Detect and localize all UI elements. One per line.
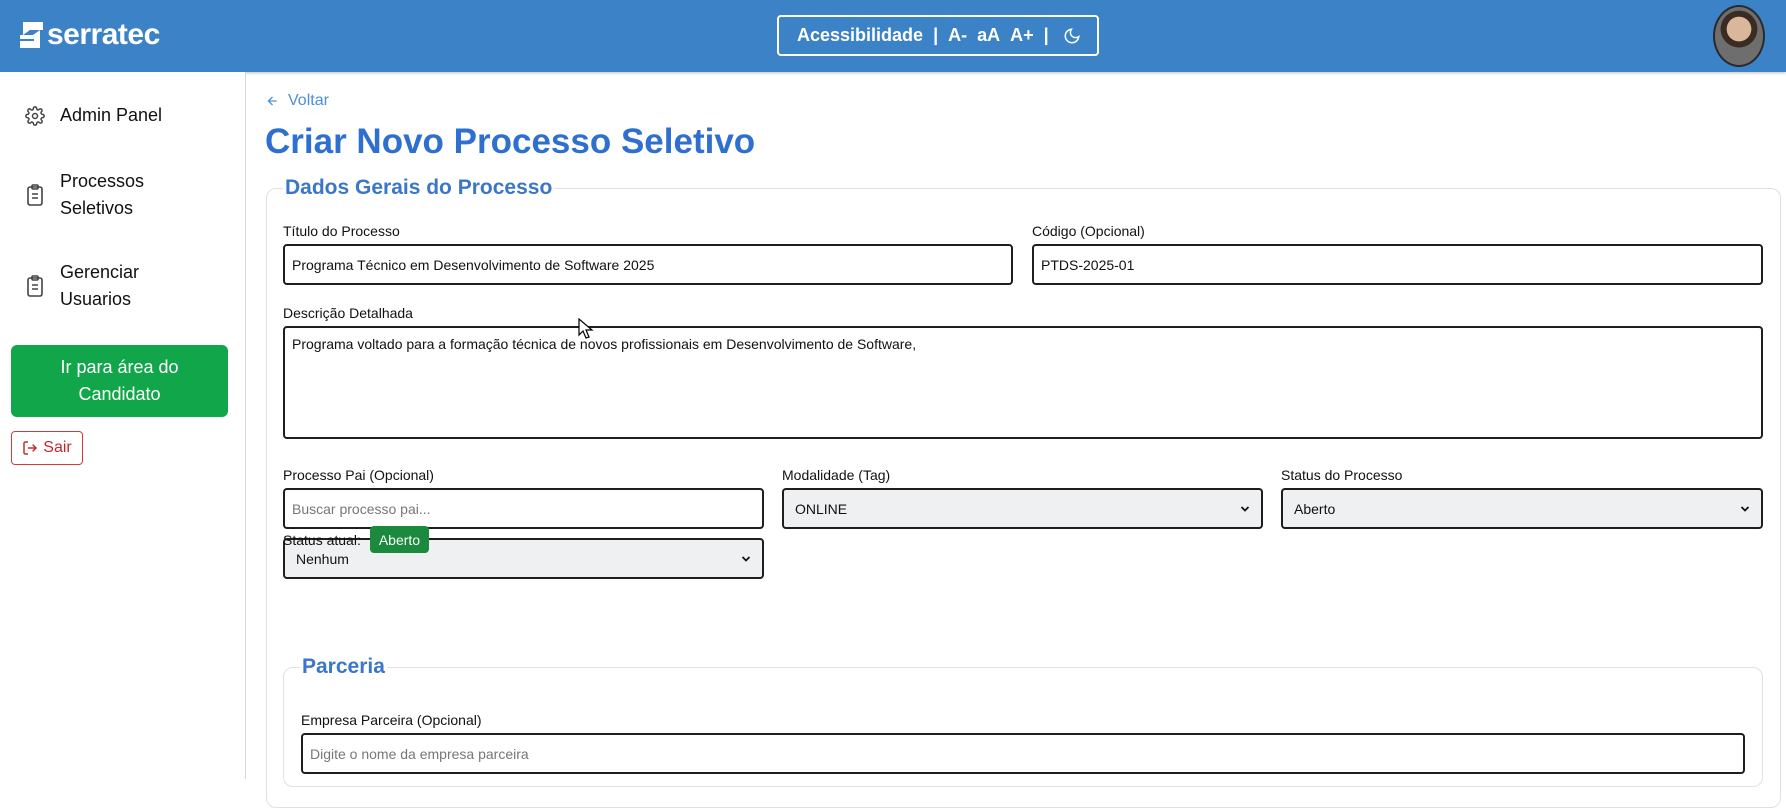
titulo-label: Título do Processo — [283, 223, 400, 239]
sidebar-item-admin-panel[interactable]: Admin Panel — [24, 102, 162, 129]
main-content: Voltar Criar Novo Processo Seletivo Dado… — [247, 72, 1786, 808]
status-processo-select-value: Aberto — [1294, 500, 1336, 517]
font-decrease-button[interactable]: A- — [948, 25, 967, 46]
processo-pai-search-input[interactable]: Buscar processo pai... — [283, 488, 764, 529]
status-current-label: Status atual: — [283, 531, 361, 548]
logout-button[interactable]: Sair — [11, 431, 83, 465]
processo-pai-label: Processo Pai (Opcional) — [283, 467, 434, 483]
titulo-input[interactable]: Programa Técnico em Desenvolvimento de S… — [283, 244, 1013, 285]
modalidade-select[interactable]: ONLINE — [782, 488, 1263, 529]
back-link[interactable]: Voltar — [265, 92, 329, 110]
back-label: Voltar — [288, 92, 329, 109]
separator: | — [1043, 25, 1049, 45]
status-processo-label: Status do Processo — [1281, 467, 1403, 483]
codigo-input[interactable]: PTDS-2025-01 — [1032, 244, 1763, 285]
clipboard-icon — [24, 184, 46, 206]
arrow-left-icon — [265, 94, 280, 108]
section-title-general: Dados Gerais do Processo — [283, 176, 555, 200]
modalidade-label: Modalidade (Tag) — [782, 467, 891, 483]
sidebar-item-gerenciar-usuarios[interactable]: Gerenciar Usuarios — [24, 259, 160, 313]
user-avatar[interactable] — [1713, 5, 1765, 67]
sidebar-item-label: Gerenciar Usuarios — [60, 262, 140, 309]
page-title: Criar Novo Processo Seletivo — [265, 122, 756, 161]
section-title-partner: Parceria — [300, 655, 387, 679]
partner-label: Empresa Parceira (Opcional) — [301, 712, 482, 728]
separator: | — [933, 25, 939, 45]
chevron-down-icon — [740, 553, 752, 565]
accessibility-toolbar: Acessibilidade | A- aA A+ | — [777, 15, 1099, 56]
sidebar-item-label: Processos Seletivos — [60, 171, 145, 218]
font-reset-button[interactable]: aA — [977, 25, 1000, 46]
clipboard-icon — [24, 275, 46, 297]
chevron-down-icon — [1739, 503, 1751, 515]
partner-input[interactable]: Digite o nome da empresa parceira — [301, 733, 1745, 774]
descricao-label: Descrição Detalhada — [283, 305, 413, 321]
chevron-down-icon — [1239, 503, 1251, 515]
status-badge: Aberto — [369, 526, 430, 553]
serratec-logo-icon — [20, 22, 43, 48]
status-processo-select[interactable]: Aberto — [1281, 488, 1763, 529]
modalidade-select-value: ONLINE — [795, 500, 848, 517]
logout-icon — [22, 440, 38, 456]
font-increase-button[interactable]: A+ — [1010, 25, 1034, 46]
accessibility-label: Acessibilidade — [797, 25, 924, 45]
sidebar-item-processos-seletivos[interactable]: Processos Seletivos — [24, 168, 160, 222]
brand-name: serratec — [47, 18, 160, 51]
codigo-label: Código (Opcional) — [1032, 223, 1145, 239]
sidebar-item-label: Admin Panel — [60, 105, 163, 125]
top-bar: serratec Acessibilidade | A- aA A+ | — [0, 0, 1786, 72]
brand-logo[interactable]: serratec — [20, 20, 160, 50]
sidebar: Admin Panel Processos Seletivos Gerencia… — [0, 72, 246, 779]
dark-mode-moon-icon[interactable] — [1063, 27, 1081, 45]
gear-icon — [24, 105, 46, 127]
mouse-cursor-icon — [578, 317, 594, 345]
status-current-row: Status atual: Aberto — [283, 526, 430, 553]
candidate-area-button[interactable]: Ir para área do Candidato — [11, 345, 228, 417]
logout-label: Sair — [43, 439, 72, 456]
descricao-textarea[interactable]: Programa voltado para a formação técnica… — [283, 326, 1763, 439]
